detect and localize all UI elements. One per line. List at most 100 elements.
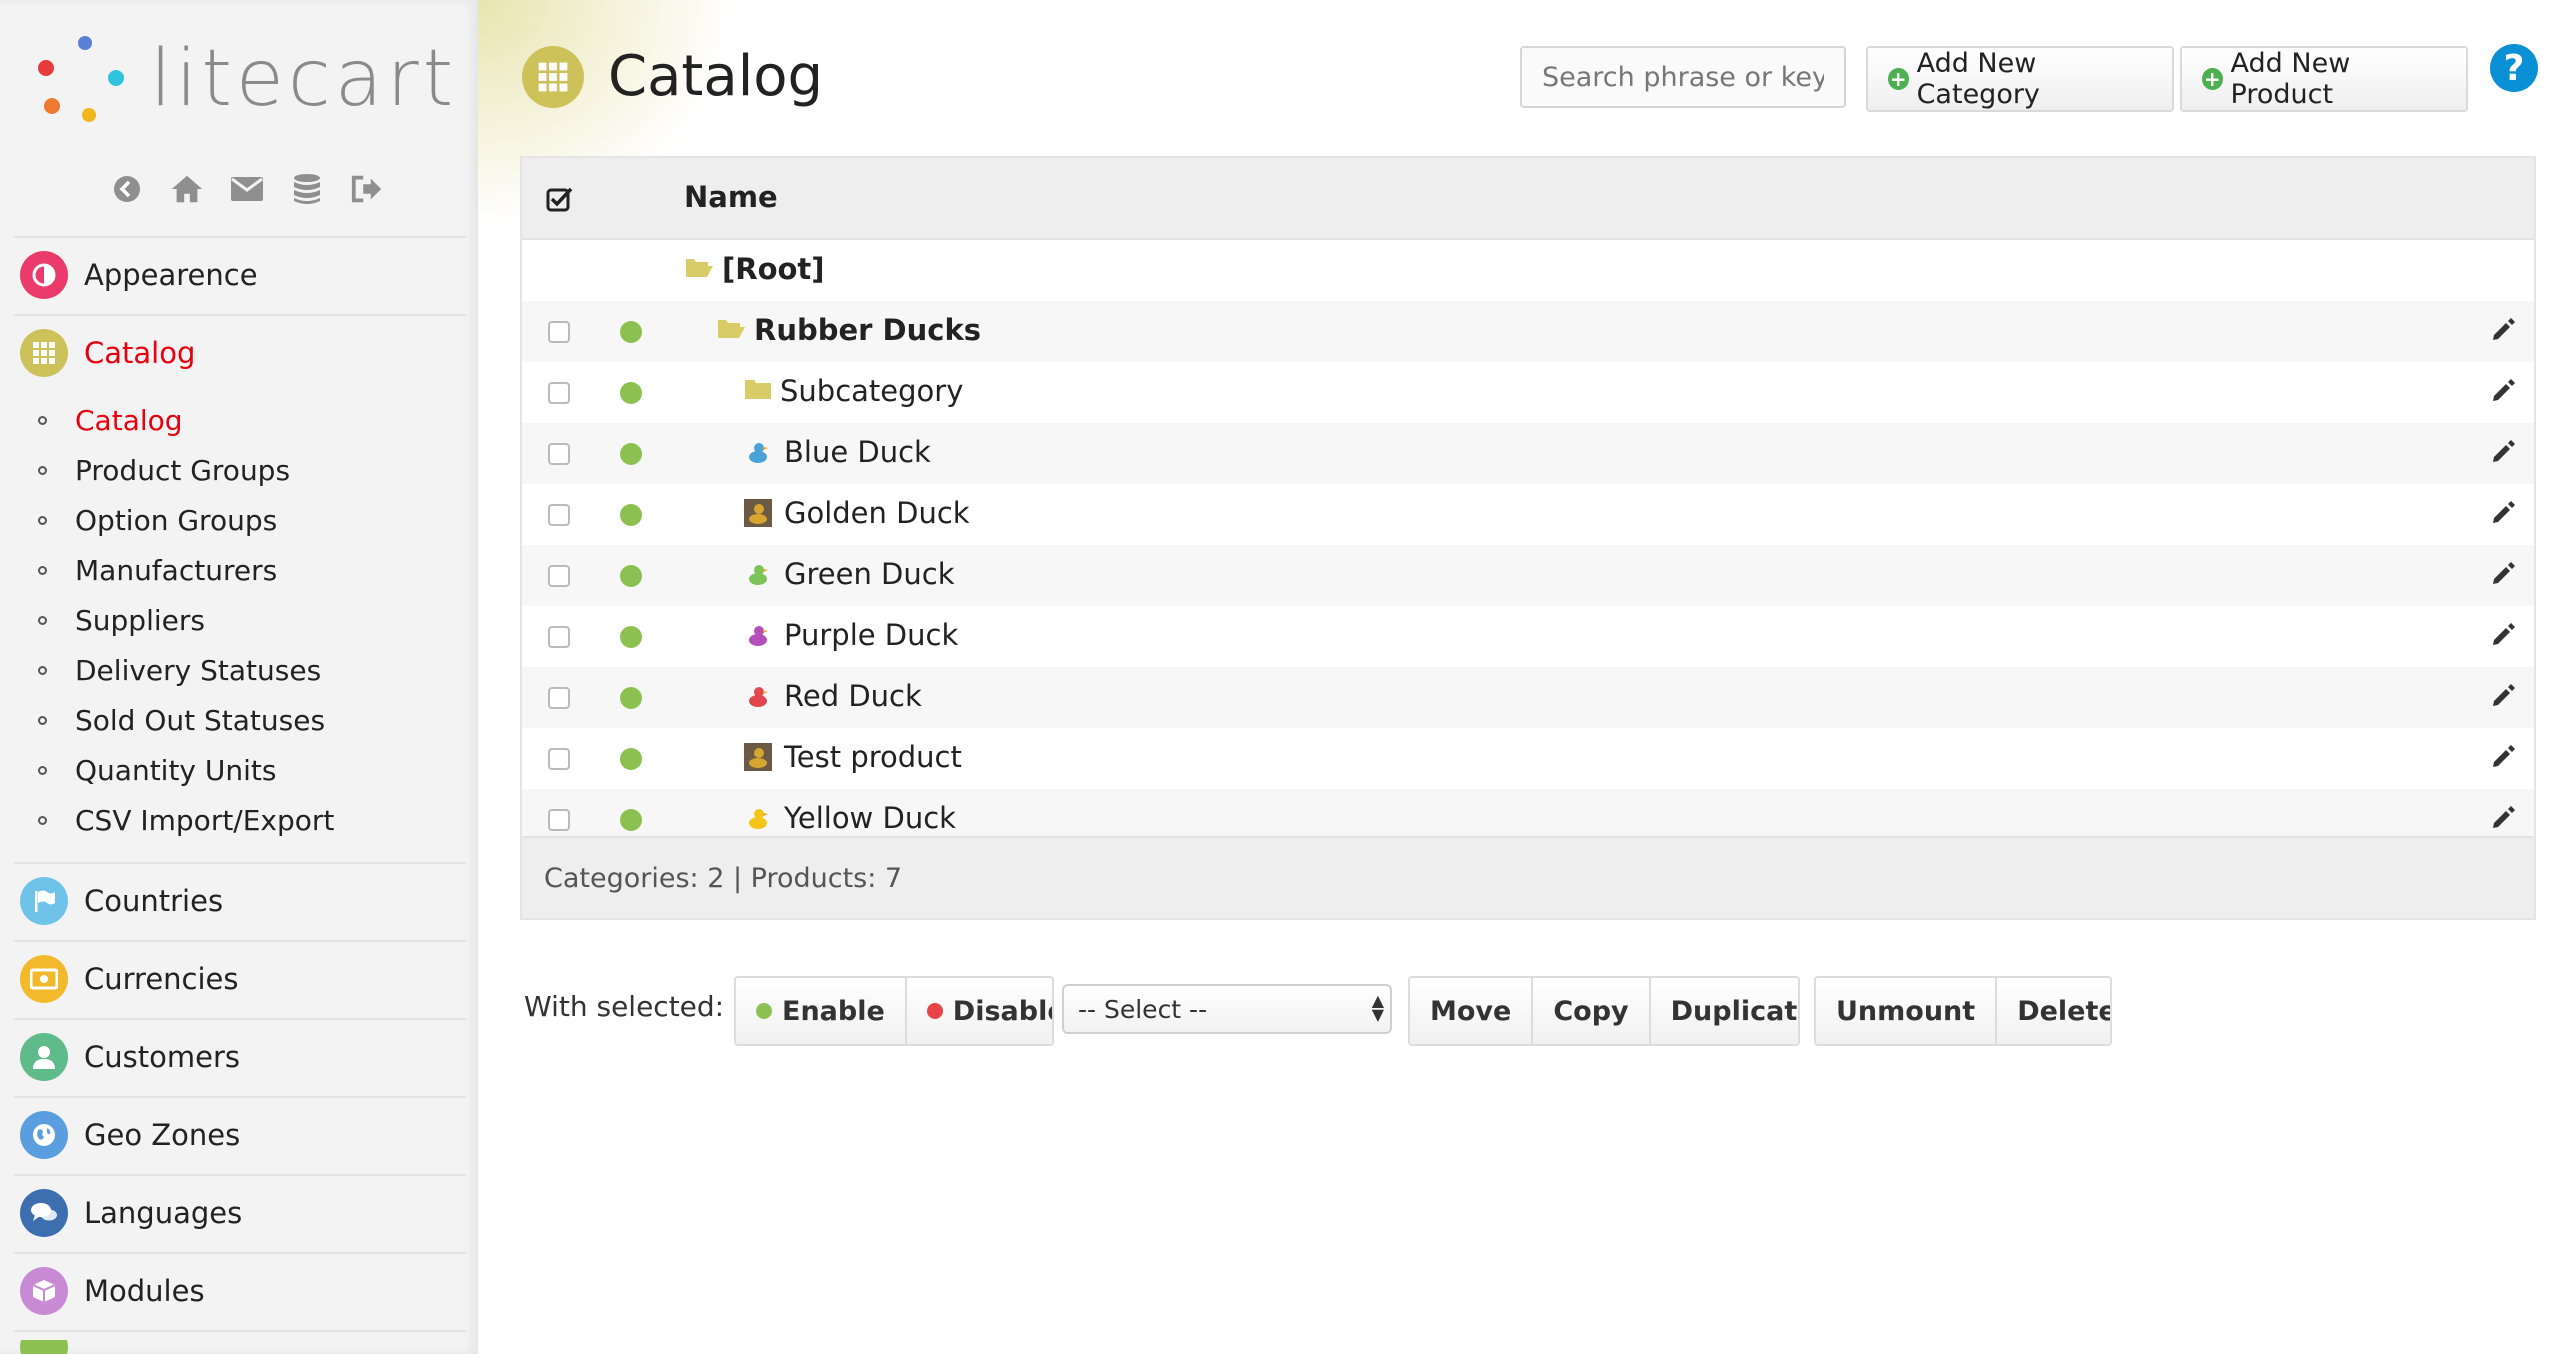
edit-icon[interactable] — [2490, 378, 2516, 408]
row-checkbox[interactable] — [548, 443, 570, 465]
sidebar-divider — [14, 1174, 466, 1176]
row-name[interactable]: Rubber Ducks — [716, 313, 981, 347]
edit-icon[interactable] — [2490, 500, 2516, 530]
row-label: Rubber Ducks — [754, 313, 982, 347]
status-enabled-icon[interactable] — [620, 382, 642, 404]
table-row[interactable]: Red Duck — [522, 667, 2534, 728]
add-category-button[interactable]: + Add New Category — [1866, 46, 2174, 112]
row-name[interactable]: Test product — [744, 740, 962, 774]
row-checkbox[interactable] — [548, 382, 570, 404]
edit-icon[interactable] — [2490, 744, 2516, 774]
table-row[interactable]: Blue Duck — [522, 423, 2534, 484]
enable-button[interactable]: Enable — [736, 978, 907, 1044]
row-checkbox[interactable] — [548, 748, 570, 770]
edit-icon[interactable] — [2490, 317, 2516, 347]
status-enabled-icon[interactable] — [620, 626, 642, 648]
row-checkbox[interactable] — [548, 565, 570, 587]
table-row[interactable]: Purple Duck — [522, 606, 2534, 667]
status-enabled-icon[interactable] — [620, 565, 642, 587]
status-enabled-icon[interactable] — [620, 504, 642, 526]
enable-label: Enable — [782, 995, 885, 1027]
row-name: [Root] — [684, 252, 825, 286]
disable-button[interactable]: Disable — [907, 978, 1052, 1044]
row-label: Green Duck — [784, 557, 955, 591]
doc-item-sold-out-statuses[interactable]: Sold Out Statuses — [38, 695, 334, 745]
table-row[interactable]: Rubber Ducks — [522, 301, 2534, 362]
doc-item-manufacturers[interactable]: Manufacturers — [38, 545, 334, 595]
add-category-label: Add New Category — [1916, 48, 2040, 110]
doc-label: Product Groups — [75, 453, 291, 487]
catalog-icon — [522, 45, 584, 108]
unmount-button[interactable]: Unmount — [1816, 978, 1998, 1044]
row-checkbox[interactable] — [548, 626, 570, 648]
bullet-icon — [38, 465, 47, 475]
row-name[interactable]: Yellow Duck — [744, 801, 956, 835]
app-currencies[interactable]: Currencies — [20, 950, 460, 1008]
mail-icon[interactable] — [230, 172, 264, 206]
row-checkbox[interactable] — [548, 321, 570, 343]
app-modules[interactable]: Modules — [20, 1262, 460, 1320]
edit-icon[interactable] — [2490, 439, 2516, 469]
status-enabled-icon[interactable] — [620, 687, 642, 709]
bullet-icon — [38, 715, 47, 725]
doc-item-option-groups[interactable]: Option Groups — [38, 495, 334, 545]
status-enabled-icon[interactable] — [620, 809, 642, 831]
table-row[interactable]: Green Duck — [522, 545, 2534, 606]
doc-item-delivery-statuses[interactable]: Delivery Statuses — [38, 645, 334, 695]
column-header-name[interactable]: Name — [684, 180, 778, 214]
app-appearance[interactable]: Appearence — [20, 246, 460, 304]
table-row[interactable]: Golden Duck — [522, 484, 2534, 545]
status-enabled-icon[interactable] — [620, 443, 642, 465]
row-name[interactable]: Purple Duck — [744, 618, 958, 652]
doc-item-suppliers[interactable]: Suppliers — [38, 595, 334, 645]
doc-item-csv-import-export[interactable]: CSV Import/Export — [38, 795, 334, 845]
table-row-root[interactable]: [Root] — [522, 240, 2534, 301]
copy-button[interactable]: Copy — [1533, 978, 1651, 1044]
duplicate-button[interactable]: Duplicate — [1651, 978, 1798, 1044]
move-button[interactable]: Move — [1410, 978, 1534, 1044]
move-label: Move — [1430, 995, 1512, 1027]
back-icon[interactable] — [110, 172, 144, 206]
catalog-table: Name [Root] Rubber Ducks Subcategory Blu… — [520, 156, 2536, 920]
add-product-button[interactable]: + Add New Product — [2180, 46, 2468, 112]
row-name[interactable]: Golden Duck — [744, 496, 970, 530]
row-label: Blue Duck — [784, 435, 931, 469]
row-name[interactable]: Subcategory — [744, 374, 963, 408]
table-row[interactable]: Test product — [522, 728, 2534, 789]
row-name[interactable]: Blue Duck — [744, 435, 931, 469]
check-all-icon[interactable] — [546, 186, 574, 216]
delete-button[interactable]: Delete — [1997, 978, 2110, 1044]
row-checkbox[interactable] — [548, 687, 570, 709]
edit-icon[interactable] — [2490, 805, 2516, 835]
doc-item-product-groups[interactable]: Product Groups — [38, 445, 334, 495]
status-enabled-icon[interactable] — [620, 748, 642, 770]
row-name[interactable]: Red Duck — [744, 679, 922, 713]
table-row[interactable]: Subcategory — [522, 362, 2534, 423]
edit-icon[interactable] — [2490, 561, 2516, 591]
help-icon[interactable]: ? — [2490, 44, 2538, 92]
chat-icon — [20, 1189, 68, 1237]
logo[interactable]: litecart — [30, 30, 453, 130]
app-countries[interactable]: Countries — [20, 872, 460, 930]
app-next-partial[interactable] — [20, 1340, 460, 1354]
row-checkbox[interactable] — [548, 809, 570, 831]
home-icon[interactable] — [170, 172, 204, 206]
app-languages[interactable]: Languages — [20, 1184, 460, 1242]
edit-icon[interactable] — [2490, 622, 2516, 652]
doc-item-catalog[interactable]: Catalog — [38, 395, 334, 445]
category-select[interactable]: -- Select -- ▲ ▼ — [1062, 984, 1392, 1034]
catalog-icon — [20, 329, 68, 377]
edit-icon[interactable] — [2490, 683, 2516, 713]
app-customers[interactable]: Customers — [20, 1028, 460, 1086]
table-header: Name — [522, 158, 2534, 240]
app-geo-zones[interactable]: Geo Zones — [20, 1106, 460, 1164]
doc-item-quantity-units[interactable]: Quantity Units — [38, 745, 334, 795]
app-catalog[interactable]: Catalog — [20, 324, 460, 382]
row-name[interactable]: Green Duck — [744, 557, 955, 591]
row-checkbox[interactable] — [548, 504, 570, 526]
copy-label: Copy — [1553, 995, 1629, 1027]
search-input[interactable] — [1520, 46, 1846, 108]
logout-icon[interactable] — [350, 172, 384, 206]
database-icon[interactable] — [290, 172, 324, 206]
status-enabled-icon[interactable] — [620, 321, 642, 343]
